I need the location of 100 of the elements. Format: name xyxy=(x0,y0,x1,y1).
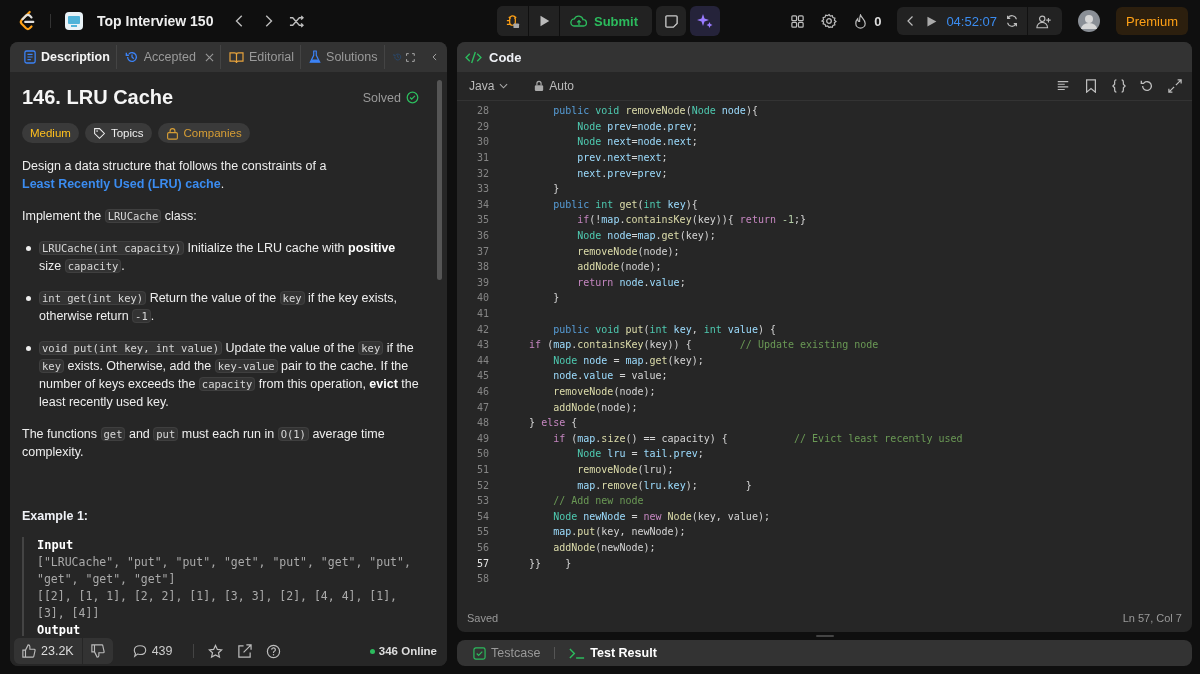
cloud-upload-icon xyxy=(570,13,588,29)
line-number: 52 xyxy=(475,479,489,491)
code-line: Node newNode = new Node(key, value); xyxy=(552,510,770,522)
code-icon xyxy=(465,50,482,64)
cursor-position: Ln 57, Col 7 xyxy=(1122,612,1182,624)
tab[interactable]: Description xyxy=(18,45,117,69)
comments-button[interactable]: 439 xyxy=(126,643,179,659)
online-dot xyxy=(369,648,375,654)
bullet-icon xyxy=(26,296,31,301)
play-icon[interactable] xyxy=(925,14,939,28)
example-input-text: ["LRUCache", "put", "put", "get", "put", "get", "put", "get", "get", "get"] xyxy=(37,554,412,588)
bookmark-icon[interactable] xyxy=(1084,79,1098,93)
code-line: removeNode(node); xyxy=(552,386,656,397)
line-number: 33 xyxy=(475,183,489,195)
line-number: 56 xyxy=(475,541,489,553)
description-paragraph: Design a data structure that follows the constraints of a Least Recently Used (LRU) cache. xyxy=(22,158,328,193)
link[interactable]: Least Recently Used (LRU) cache xyxy=(22,177,221,191)
bullet-icon xyxy=(26,346,31,351)
code-line: Node lru = tail.prev; xyxy=(576,448,704,460)
braces-icon[interactable] xyxy=(1112,79,1126,93)
tab[interactable]: Solutions xyxy=(303,45,385,69)
example-input-text: [[2], [1, 1], [2, 2], [1], [3, 3], [2], [4, 4], [1], [3], [4]] xyxy=(37,588,399,622)
line-number: 31 xyxy=(475,152,489,164)
description-paragraph: The functions get and put must each run in O(1) average time complexity. xyxy=(22,426,386,461)
line-number: 34 xyxy=(475,198,489,210)
problem-title: 146. LRU Cache xyxy=(22,86,175,109)
line-number: 37 xyxy=(475,245,489,257)
expand-icon[interactable] xyxy=(1168,79,1182,93)
tab[interactable]: Editorial xyxy=(222,45,302,69)
line-number: 55 xyxy=(475,526,489,538)
line-number: 45 xyxy=(475,370,489,382)
code-line: }} } xyxy=(528,557,572,569)
input-label: Input xyxy=(37,537,75,554)
autocomplete-mode-button[interactable]: Auto xyxy=(528,78,581,94)
fullscreen-icon[interactable] xyxy=(406,50,415,64)
code-line: public int get(int key){ xyxy=(552,198,698,210)
description-paragraph: LRUCache(int capacity) Initialize the LRU cache with positive size capacity . xyxy=(39,240,397,275)
close-icon[interactable] xyxy=(204,52,214,62)
panel-title: Code xyxy=(489,49,522,65)
example-heading: Example 1: xyxy=(22,509,89,523)
undo-icon[interactable] xyxy=(1140,79,1154,93)
star-icon[interactable] xyxy=(207,643,223,659)
code-line: public void removeNode(Node node){ xyxy=(552,105,758,117)
code-line: if (map.size() == capacity) { // Evict least recently used xyxy=(552,432,963,444)
flame-icon[interactable] xyxy=(853,13,869,29)
code-line: map.put(key, newNode); xyxy=(552,526,686,538)
logo-icon[interactable] xyxy=(18,10,36,32)
reset-icon[interactable] xyxy=(1005,14,1019,28)
settings-icon[interactable] xyxy=(821,13,838,29)
code-line: addNode(node); xyxy=(576,261,662,273)
sparkle-icon xyxy=(697,13,714,29)
share-icon[interactable] xyxy=(236,643,252,659)
note-icon xyxy=(663,13,679,29)
code-line: return node.value; xyxy=(576,276,686,288)
code-line: next.prev=prev; xyxy=(576,167,668,179)
language-dropdown[interactable]: Java xyxy=(463,78,515,94)
code-line: Node next=node.next; xyxy=(576,136,698,148)
code-line: if(!map.containsKey(key)){ return -1;} xyxy=(576,214,807,226)
code-line: removeNode(lru); xyxy=(576,463,674,475)
layout-icon[interactable] xyxy=(790,13,806,29)
tab[interactable]: Test Result xyxy=(563,645,663,661)
line-number: 43 xyxy=(475,339,489,351)
study-plan-title[interactable]: Top Interview 150 xyxy=(97,13,214,29)
line-number: 53 xyxy=(475,495,489,507)
line-number: 49 xyxy=(475,432,489,444)
line-number: 39 xyxy=(475,276,489,288)
code-line: Node node = map.get(key); xyxy=(552,354,704,366)
shuffle-icon[interactable] xyxy=(289,13,305,29)
tab[interactable]: Testcase xyxy=(467,645,547,661)
bug-icon xyxy=(505,13,520,29)
premium-button[interactable]: Premium xyxy=(1116,7,1188,35)
book-icon xyxy=(228,50,244,64)
closable-tab[interactable]: Accepted xyxy=(118,45,221,69)
collapse-icon[interactable] xyxy=(430,51,439,63)
line-number: 42 xyxy=(475,323,489,335)
thumbs-down-icon xyxy=(90,644,105,658)
lock-icon xyxy=(534,80,545,92)
topics-button[interactable]: Topics xyxy=(84,123,152,143)
add-user-icon[interactable] xyxy=(1036,13,1052,29)
avatar[interactable] xyxy=(1078,10,1100,32)
code-line: public void put(int key, int value) { xyxy=(552,323,776,335)
line-number: 48 xyxy=(475,417,489,429)
streak-count: 0 xyxy=(874,13,882,29)
comment-icon xyxy=(132,644,147,658)
line-number: 58 xyxy=(475,573,489,585)
debug-button[interactable] xyxy=(497,6,529,36)
lock-icon xyxy=(165,126,179,140)
ai-sparkle-button[interactable] xyxy=(690,6,721,36)
help-icon[interactable] xyxy=(265,643,281,659)
line-number: 35 xyxy=(475,214,489,226)
output-label: Output xyxy=(37,622,82,636)
line-number: 29 xyxy=(475,120,489,132)
companies-button[interactable]: Companies xyxy=(157,123,250,143)
line-number: 54 xyxy=(475,510,489,522)
note-button[interactable] xyxy=(656,6,687,36)
line-number: 51 xyxy=(475,463,489,475)
format-icon[interactable] xyxy=(1056,79,1070,93)
history-icon xyxy=(124,50,139,64)
line-number: 46 xyxy=(475,386,489,397)
study-plan-icon[interactable] xyxy=(65,12,83,30)
